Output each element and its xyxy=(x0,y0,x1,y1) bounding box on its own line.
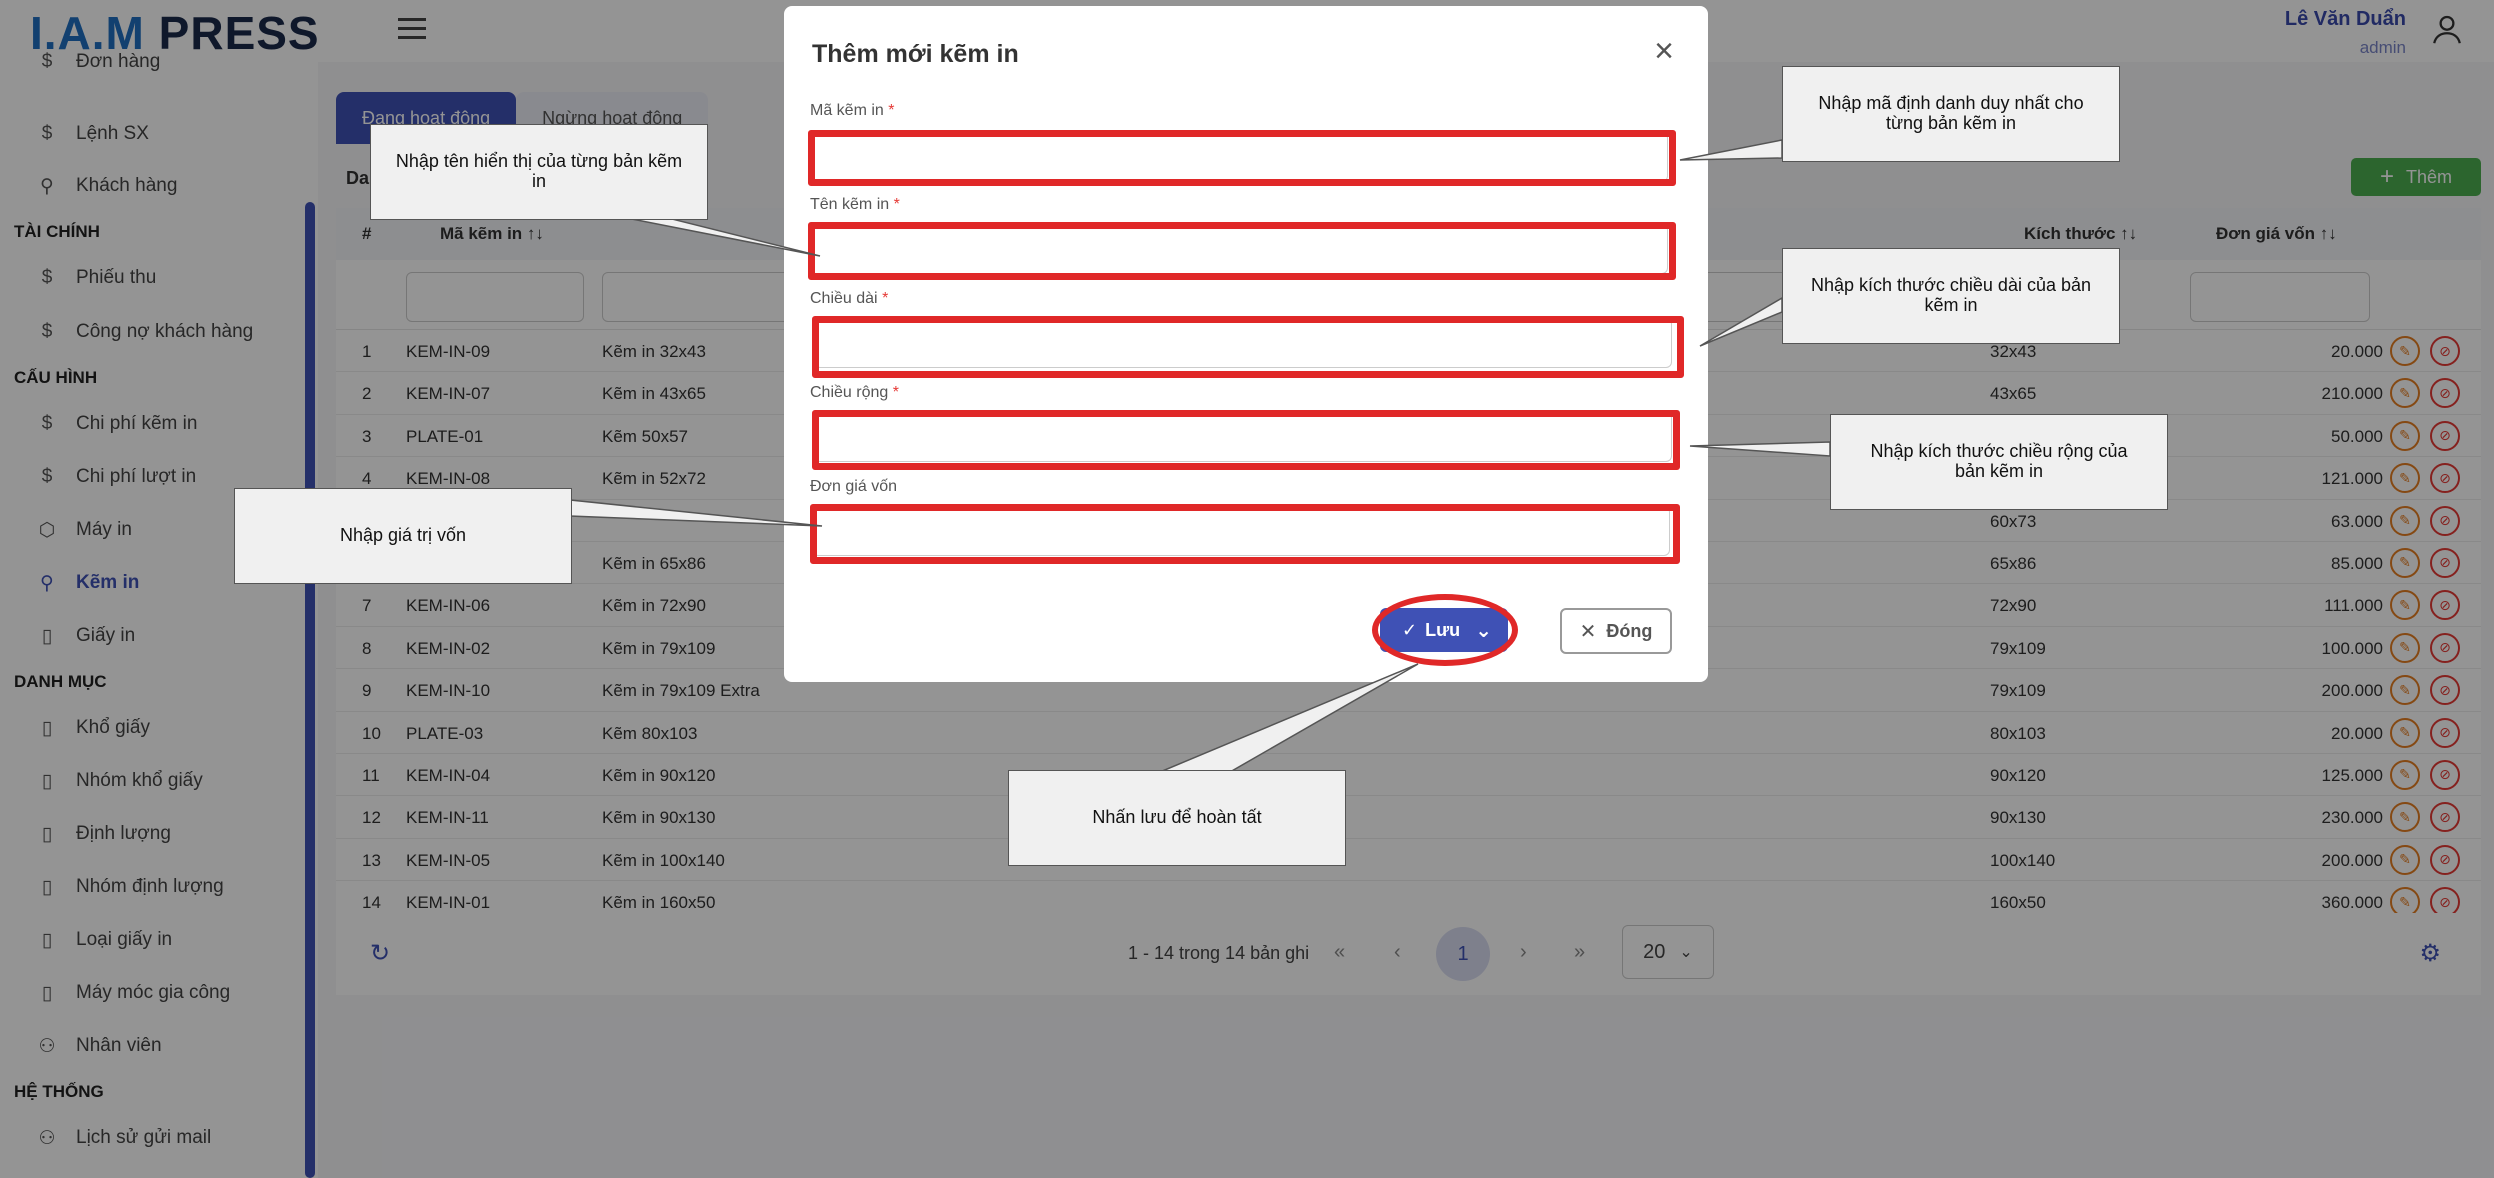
callout-code: Nhập mã định danh duy nhất cho từng bản … xyxy=(1782,66,2120,162)
field-label-code: Mã kẽm in * xyxy=(810,102,895,119)
field-label-width: Chiều rộng * xyxy=(810,384,899,401)
callout-width: Nhập kích thước chiều rộng của bản kẽm i… xyxy=(1830,414,2168,510)
highlight-code xyxy=(808,130,1676,186)
callout-price: Nhập giá trị vốn xyxy=(234,488,572,584)
field-label-name: Tên kẽm in * xyxy=(810,196,900,213)
close-icon[interactable]: × xyxy=(1654,34,1674,68)
field-label-length: Chiều dài * xyxy=(810,290,889,307)
highlight-length xyxy=(812,316,1684,378)
callout-name: Nhập tên hiển thị của từng bản kẽm in xyxy=(370,124,708,220)
add-plate-dialog: Thêm mới kẽm in × Mã kẽm in * Tên kẽm in… xyxy=(784,6,1708,682)
highlight-name xyxy=(808,222,1676,280)
highlight-price xyxy=(810,504,1680,564)
close-button[interactable]: ✕ Đóng xyxy=(1560,608,1672,654)
close-icon: ✕ xyxy=(1579,620,1597,643)
highlight-save xyxy=(1372,594,1518,666)
callout-length: Nhập kích thước chiều dài của bản kẽm in xyxy=(1782,248,2120,344)
highlight-width xyxy=(812,410,1680,470)
field-label-price: Đơn giá vốn xyxy=(810,478,897,495)
close-button-label: Đóng xyxy=(1606,620,1653,641)
callout-save: Nhấn lưu để hoàn tất xyxy=(1008,770,1346,866)
dialog-title: Thêm mới kẽm in xyxy=(812,40,1019,68)
